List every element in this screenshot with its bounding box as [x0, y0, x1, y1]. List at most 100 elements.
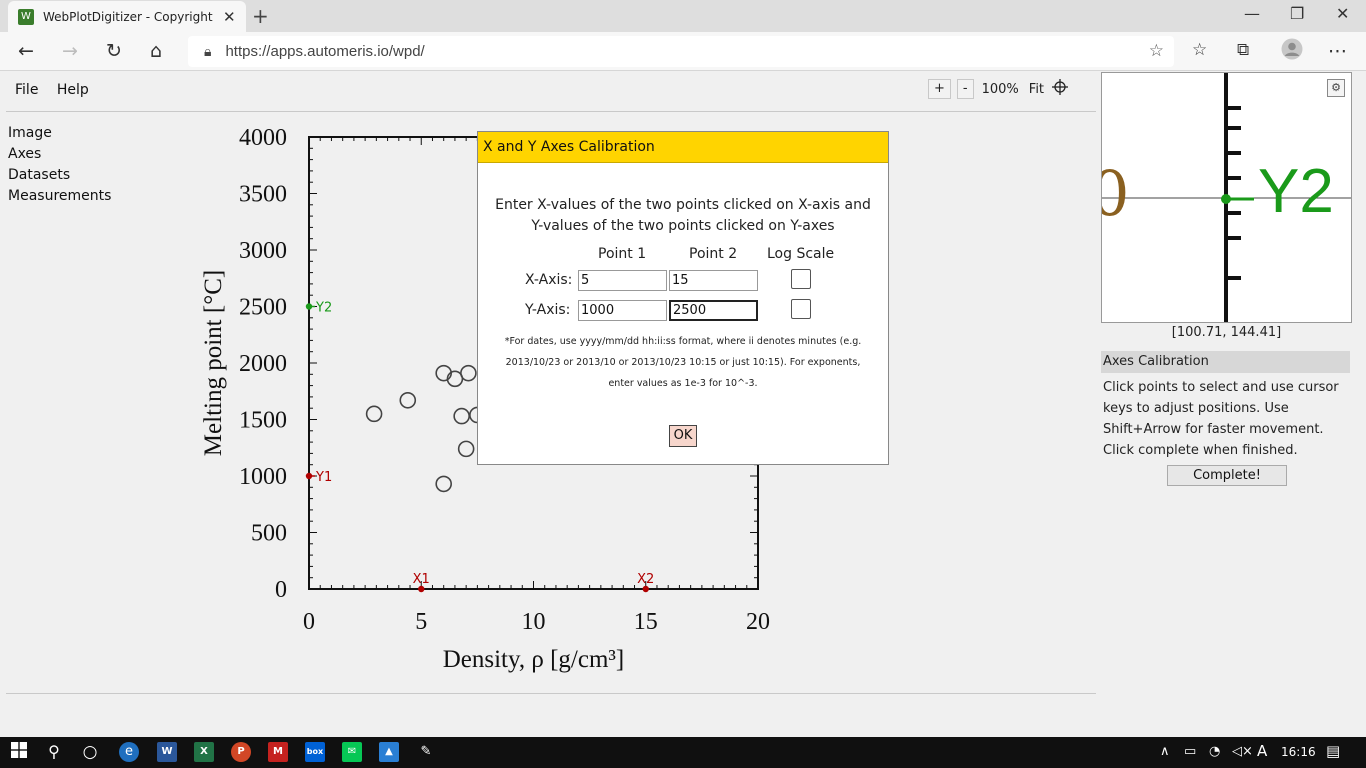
- zoom-in-button[interactable]: +: [928, 79, 951, 99]
- data-point: [460, 364, 477, 382]
- data-point: [457, 440, 475, 458]
- y-log-scale-checkbox[interactable]: [791, 299, 811, 319]
- y-tick-label: 3000: [239, 238, 287, 264]
- y-tick-label: 2500: [239, 295, 287, 321]
- paint-icon[interactable]: ✎: [416, 742, 436, 762]
- note-line: *For dates, use yyyy/mm/dd hh:ii:ss form…: [504, 336, 862, 347]
- cursor-coordinates: [100.71, 144.41]: [1171, 325, 1282, 340]
- favorites-icon[interactable]: ☆: [1192, 40, 1207, 60]
- crosshair-icon[interactable]: [1052, 79, 1069, 99]
- x2-input[interactable]: [669, 270, 758, 291]
- mail-icon[interactable]: M: [268, 742, 288, 762]
- complete-button[interactable]: Complete!: [1167, 465, 1287, 486]
- favorite-star-icon[interactable]: ☆: [1149, 41, 1164, 61]
- data-point: [453, 407, 470, 425]
- app-menubar: File Help: [15, 82, 103, 98]
- wifi-icon[interactable]: ◔: [1209, 744, 1220, 759]
- home-icon[interactable]: ⌂: [150, 40, 162, 62]
- zoom-toolbar: + - 100% Fit: [928, 79, 1069, 99]
- note-line: 2013/10/23 or 2013/10 or 2013/10/23 10:1…: [505, 357, 861, 368]
- lock-icon: 🔒︎: [204, 43, 212, 60]
- photos-icon[interactable]: ▲: [379, 742, 399, 762]
- zoom-out-button[interactable]: -: [956, 79, 974, 99]
- search-icon[interactable]: ⚲: [44, 742, 64, 762]
- x1-input[interactable]: [578, 270, 667, 291]
- browser-tab-bar: W WebPlotDigitizer - Copyright 20 ✕ + — …: [0, 0, 1366, 32]
- sidebar-item-measurements[interactable]: Measurements: [8, 186, 111, 207]
- wpd-favicon-icon: W: [18, 8, 34, 25]
- forward-icon[interactable]: →: [62, 40, 78, 62]
- task-view-icon[interactable]: ○: [80, 742, 100, 762]
- magnifier-tick-label: 0: [1102, 163, 1129, 225]
- panel-instructions: Click points to select and use cursor ke…: [1103, 380, 1339, 458]
- address-bar[interactable]: 🔒︎ https://apps.automeris.io/wpd/ ☆: [188, 36, 1174, 67]
- minimize-icon[interactable]: —: [1244, 4, 1260, 23]
- menu-file[interactable]: File: [15, 82, 38, 98]
- box-icon[interactable]: box: [305, 742, 325, 762]
- windows-taskbar: ⚲ ○ e W X P M box ✉ ▲ ✎ ∧ ▭ ◔ ◁× A 16:16…: [0, 737, 1366, 768]
- new-tab-icon[interactable]: +: [252, 4, 269, 28]
- windows-start-icon[interactable]: [9, 742, 29, 762]
- y-tick-label: 2000: [239, 351, 287, 377]
- x-tick-label: 5: [415, 609, 427, 635]
- clock[interactable]: 16:16: [1281, 745, 1316, 759]
- edge-browser-icon[interactable]: e: [119, 742, 139, 762]
- restore-icon[interactable]: ❐: [1290, 4, 1304, 23]
- y-axis-title: Melting point [°C]: [200, 270, 227, 456]
- calibration-label: Y1: [315, 470, 332, 485]
- data-point: [435, 475, 452, 493]
- browser-tab[interactable]: W WebPlotDigitizer - Copyright 20 ✕: [8, 1, 246, 32]
- close-window-icon[interactable]: ✕: [1336, 4, 1349, 23]
- calibration-label: Y2: [315, 301, 332, 316]
- note-line: enter values as 1e-3 for 10^-3.: [608, 378, 758, 389]
- tray-chevron-icon[interactable]: ∧: [1160, 744, 1170, 759]
- zoom-fit-button[interactable]: Fit: [1027, 82, 1046, 97]
- y-tick-label: 0: [275, 577, 287, 603]
- collections-icon[interactable]: ⧉: [1237, 40, 1249, 60]
- sidebar-item-datasets[interactable]: Datasets: [8, 165, 111, 186]
- powerpoint-icon[interactable]: P: [231, 742, 251, 762]
- line-chat-icon[interactable]: ✉: [342, 742, 362, 762]
- close-tab-icon[interactable]: ✕: [223, 8, 236, 26]
- battery-icon[interactable]: ▭: [1184, 744, 1196, 759]
- dialog-instruction-line: Y-values of the two points clicked on Y-…: [531, 218, 835, 234]
- y-tick-label: 1000: [239, 464, 287, 490]
- magnifier-settings-icon[interactable]: ⚙: [1327, 79, 1345, 97]
- column-point1: Point 1: [598, 246, 647, 262]
- more-options-icon[interactable]: ⋯: [1328, 40, 1347, 62]
- magnifier-point-label: Y2: [1258, 157, 1334, 226]
- x-log-scale-checkbox[interactable]: [791, 269, 811, 289]
- column-point2: Point 2: [689, 246, 738, 262]
- menu-help[interactable]: Help: [57, 82, 89, 98]
- y-axis-label: Y-Axis:: [525, 302, 571, 318]
- notifications-icon[interactable]: ▤: [1326, 742, 1340, 760]
- sidebar-item-axes[interactable]: Axes: [8, 144, 111, 165]
- browser-nav-bar: ← → ↻ ⌂ 🔒︎ https://apps.automeris.io/wpd…: [0, 32, 1366, 71]
- date-format-note: *For dates, use yyyy/mm/dd hh:ii:ss form…: [478, 331, 888, 394]
- refresh-icon[interactable]: ↻: [106, 40, 122, 62]
- ok-button[interactable]: OK: [669, 425, 697, 447]
- y-tick-label: 1500: [239, 408, 287, 434]
- x-tick-label: 15: [634, 609, 658, 635]
- word-icon[interactable]: W: [157, 742, 177, 762]
- y-tick-label: 500: [251, 521, 287, 547]
- volume-icon[interactable]: ◁×: [1232, 744, 1253, 759]
- dialog-instructions: Enter X-values of the two points clicked…: [478, 195, 888, 237]
- data-point: [399, 391, 417, 409]
- profile-avatar-icon[interactable]: [1281, 38, 1303, 65]
- y1-input[interactable]: [578, 300, 667, 321]
- input-lang-indicator[interactable]: A: [1257, 742, 1267, 760]
- calibration-label: X1: [413, 572, 430, 587]
- x-tick-label: 20: [746, 609, 770, 635]
- axes-calibration-dialog: X and Y Axes Calibration Enter X-values …: [477, 131, 889, 465]
- bottom-divider: [6, 693, 1096, 694]
- url-text: https://apps.automeris.io/wpd/: [225, 43, 425, 60]
- back-icon[interactable]: ←: [18, 40, 34, 62]
- y2-input[interactable]: [669, 300, 758, 321]
- dialog-title: X and Y Axes Calibration: [478, 132, 888, 163]
- sidebar-item-image[interactable]: Image: [8, 123, 111, 144]
- panel-title: Axes Calibration: [1101, 351, 1350, 373]
- sidebar: Image Axes Datasets Measurements: [8, 123, 111, 207]
- column-log-scale: Log Scale: [767, 246, 835, 262]
- excel-icon[interactable]: X: [194, 742, 214, 762]
